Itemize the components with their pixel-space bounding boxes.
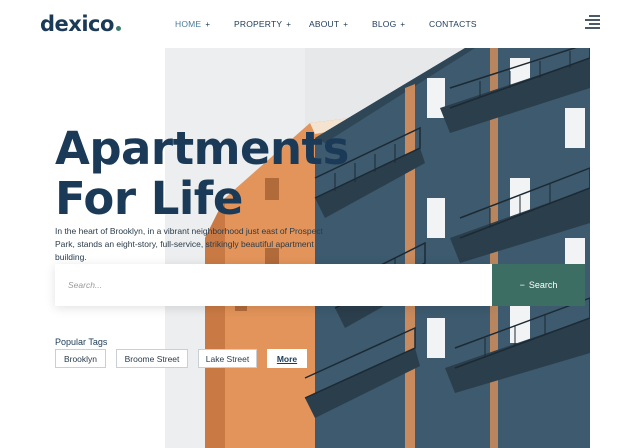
- nav-item-home[interactable]: HOME +: [175, 19, 210, 29]
- more-label: More: [276, 353, 298, 364]
- nav-item-contacts[interactable]: CONTACTS: [429, 19, 477, 29]
- tags-more-link[interactable]: More: [267, 349, 307, 368]
- tag-label: Lake Street: [205, 353, 250, 364]
- tag-lake-street[interactable]: Lake Street: [198, 349, 257, 368]
- nav-label-about: ABOUT: [309, 19, 340, 29]
- hamburger-menu-icon[interactable]: [585, 15, 600, 30]
- nav-label-blog: BLOG: [372, 19, 397, 29]
- hero-headline: Apartments For Life: [55, 124, 349, 224]
- search-button[interactable]: − Search: [492, 264, 585, 306]
- tag-brooklyn[interactable]: Brooklyn: [55, 349, 106, 368]
- nav-label-property: PROPERTY: [234, 19, 283, 29]
- nav-label-contacts: CONTACTS: [429, 19, 477, 29]
- minus-icon: −: [519, 280, 525, 290]
- nav-label-home: HOME: [175, 19, 202, 29]
- tag-broome-street[interactable]: Broome Street: [116, 349, 188, 368]
- hero-description: In the heart of Brooklyn, in a vibrant n…: [55, 226, 323, 262]
- search-container: [55, 264, 492, 306]
- plus-icon: +: [343, 20, 349, 29]
- search-input[interactable]: [55, 264, 492, 306]
- nav-item-blog[interactable]: BLOG +: [372, 19, 405, 29]
- plus-icon: +: [205, 20, 211, 29]
- headline-line-2: For Life: [55, 172, 243, 225]
- plus-icon: +: [286, 20, 292, 29]
- plus-icon: +: [400, 20, 406, 29]
- tag-label: Broome Street: [124, 353, 180, 364]
- tag-label: Brooklyn: [63, 353, 98, 364]
- nav-item-about[interactable]: ABOUT +: [309, 19, 348, 29]
- search-button-label: Search: [528, 280, 558, 290]
- main-nav: HOME + PROPERTY + ABOUT + BLOG + CONTACTS: [0, 19, 640, 33]
- headline-line-1: Apartments: [55, 122, 349, 175]
- nav-item-property[interactable]: PROPERTY +: [234, 19, 291, 29]
- popular-tags-label: Popular Tags: [55, 337, 108, 347]
